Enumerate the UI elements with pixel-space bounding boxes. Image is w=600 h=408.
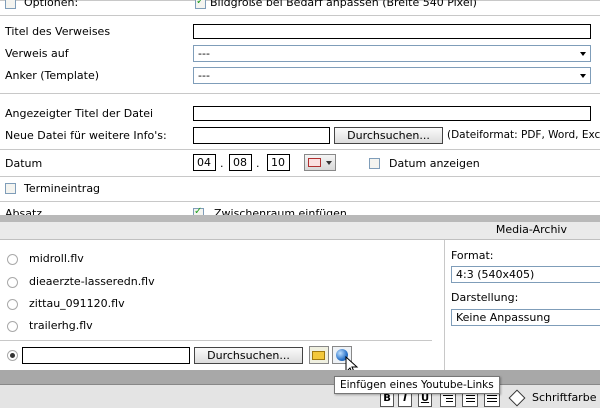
dateiformat-hint: (Dateiformat: PDF, Word, Excel (447, 129, 600, 141)
optionen-label: Optionen: (24, 0, 79, 9)
file-name: trailerhg.flv (29, 319, 93, 332)
file-radio[interactable] (7, 299, 18, 310)
format-label: Format: (451, 249, 494, 262)
open-folder-button[interactable] (309, 346, 329, 364)
media-upload-input[interactable] (22, 347, 190, 364)
anker-label: Anker (Template) (5, 69, 100, 82)
neue-datei-input[interactable] (193, 127, 330, 144)
absatz-row: Absatz Zwischenraum einfügen (0, 202, 600, 215)
bildgroesse-label: Bildgröße bei Bedarf anpassen (Breite 54… (210, 0, 477, 9)
format-select[interactable]: 4:3 (540x405) (451, 266, 600, 283)
schriftfarbe-label[interactable]: Schriftfarbe (532, 391, 596, 404)
file-name: zittau_091120.flv (29, 297, 125, 310)
list-item[interactable]: midroll.flv (0, 250, 440, 268)
darstellung-label: Darstellung: (451, 291, 519, 304)
datum-label: Datum (5, 157, 43, 170)
editor-separator-band (0, 370, 600, 384)
zwischenraum-checkbox[interactable] (193, 206, 204, 215)
folder-icon (312, 351, 325, 360)
bildgroesse-checkbox[interactable] (195, 0, 206, 9)
verweis-label: Verweis auf (5, 47, 69, 60)
list-item[interactable]: trailerhg.flv (0, 317, 440, 335)
media-archive-title: Media-Archiv (495, 223, 567, 236)
datum-anzeigen-label: Datum anzeigen (389, 157, 480, 170)
datum-day-input[interactable]: 04 (193, 154, 216, 171)
zwischenraum-label: Zwischenraum einfügen (214, 207, 347, 215)
darstellung-select[interactable]: Keine Anpassung (451, 309, 600, 326)
optionen-checkbox[interactable] (5, 0, 16, 9)
optionen-row: Optionen: Bildgröße bei Bedarf anpassen … (0, 0, 600, 12)
list-item[interactable]: dieaerzte-lasseredn.flv (0, 273, 440, 291)
termineintrag-checkbox[interactable] (5, 183, 16, 194)
angezeigter-titel-label: Angezeigter Titel der Datei (5, 107, 154, 120)
calendar-icon (308, 158, 321, 167)
editor-toolbar: B I U Schriftfarbe (0, 384, 600, 408)
titel-label: Titel des Verweises (5, 25, 111, 38)
datum-anzeigen-checkbox[interactable] (369, 158, 380, 169)
titel-input[interactable] (193, 24, 591, 39)
media-options-panel: Format: 4:3 (540x405) Darstellung: Keine… (444, 240, 600, 370)
eraser-icon[interactable] (508, 389, 526, 407)
datum-separator: . (256, 157, 260, 170)
file-radio[interactable] (7, 321, 18, 332)
chevron-down-icon (326, 161, 332, 165)
datum-year-input[interactable]: 10 (267, 154, 290, 171)
youtube-tooltip: Einfügen eines Youtube-Links (334, 376, 500, 394)
absatz-label: Absatz (5, 207, 43, 215)
verweis-select[interactable]: --- (193, 45, 591, 62)
media-separator-band (0, 215, 600, 222)
file-name: midroll.flv (29, 252, 84, 265)
angezeigter-titel-input[interactable] (193, 106, 591, 121)
chevron-down-icon (580, 52, 586, 56)
datum-separator: . (220, 157, 224, 170)
anker-select[interactable]: --- (193, 67, 591, 84)
file-name: dieaerzte-lasseredn.flv (29, 275, 155, 288)
media-archive-header: Media-Archiv (0, 222, 600, 240)
file-radio[interactable] (7, 277, 18, 288)
media-list-divider (0, 340, 432, 341)
chevron-down-icon (580, 74, 586, 78)
list-item[interactable]: zittau_091120.flv (0, 295, 440, 313)
upload-radio[interactable] (7, 350, 18, 361)
media-browse-button[interactable]: Durchsuchen... (194, 347, 303, 364)
datum-month-input[interactable]: 08 (229, 154, 252, 171)
calendar-button[interactable] (304, 154, 336, 171)
file-radio[interactable] (7, 254, 18, 265)
termineintrag-label: Termineintrag (24, 182, 101, 195)
neue-datei-label: Neue Datei für weitere Info's: (5, 129, 167, 142)
neue-datei-browse-button[interactable]: Durchsuchen... (334, 127, 443, 144)
